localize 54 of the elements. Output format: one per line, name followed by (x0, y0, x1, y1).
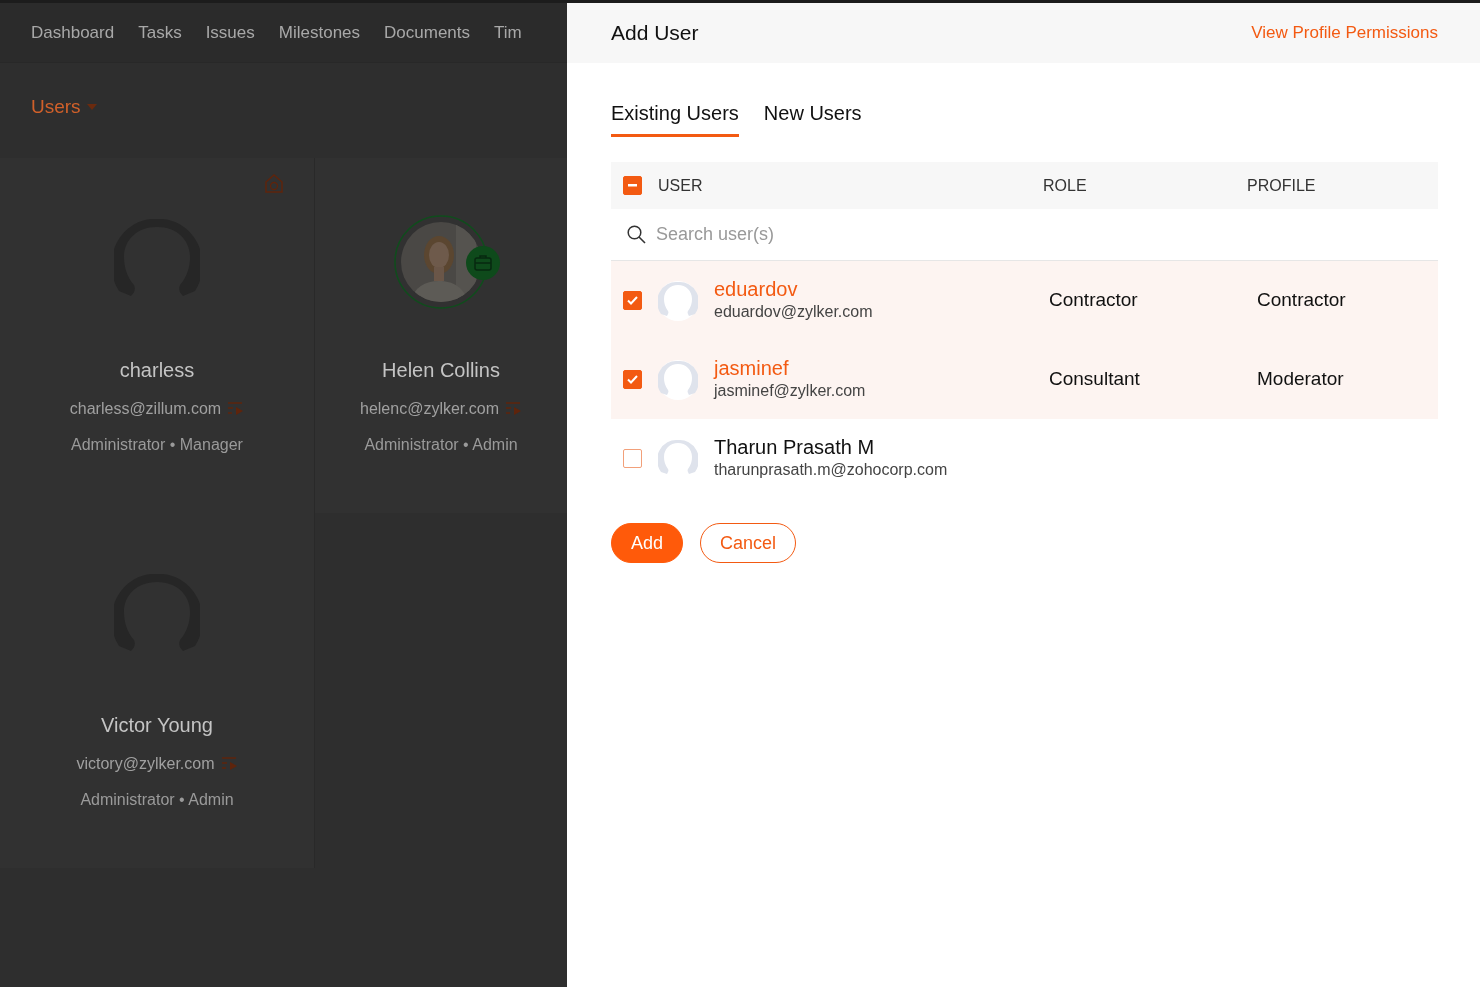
user-name: Helen Collins (382, 357, 500, 383)
nav-link-item[interactable]: Milestones (278, 19, 361, 46)
user-name: eduardov (714, 277, 799, 300)
view-profile-permissions-link[interactable]: View Profile Permissions (1251, 20, 1438, 46)
tab[interactable]: Existing Users (611, 98, 739, 137)
user-email: victory@zylker.com (76, 753, 215, 774)
user-email: helenc@zylker.com (360, 398, 499, 419)
cancel-button[interactable]: Cancel (700, 523, 797, 563)
profile-value: Moderator (1257, 368, 1344, 390)
avatar-icon (658, 359, 698, 400)
checkbox[interactable] (623, 291, 642, 310)
nav-link-item[interactable]: Tim (494, 19, 522, 46)
view-menu-label[interactable]: Users (31, 93, 81, 122)
user-email: tharunprasath.m@zohocorp.com (714, 459, 948, 480)
send-icon[interactable] (220, 757, 238, 770)
avatar-icon (658, 280, 698, 321)
user-email: eduardov@zylker.com (714, 301, 873, 322)
role-value: Consultant (1049, 368, 1140, 390)
panel-title: Add User (611, 20, 699, 47)
user-role: Administrator • Admin (364, 434, 518, 455)
select-all-checkbox[interactable] (623, 176, 642, 195)
caret-icon (86, 104, 97, 111)
home-icon[interactable] (264, 173, 284, 194)
user-row[interactable]: jasminef jasminef@zylker.com Consultant Moderator (611, 340, 1438, 419)
send-icon[interactable] (227, 402, 245, 415)
user-name: jasminef (714, 356, 790, 379)
user-name: Tharun Prasath M (714, 435, 876, 458)
user-row[interactable]: eduardov eduardov@zylker.com Contractor Contractor (611, 261, 1438, 340)
profile-value: Contractor (1257, 289, 1346, 311)
column-header: ROLE (1043, 176, 1087, 194)
nav-link-item[interactable]: Dashboard (31, 19, 115, 46)
checkbox[interactable] (623, 370, 642, 389)
role-value: Contractor (1049, 289, 1138, 311)
user-name: Victor Young (101, 712, 213, 738)
tab[interactable]: New Users (763, 98, 862, 137)
briefcase-badge-icon (466, 245, 500, 280)
user-role: Administrator • Admin (80, 789, 234, 810)
user-row[interactable]: Tharun Prasath M tharunprasath.m@zohocorp.com (611, 419, 1438, 498)
minus-icon (628, 184, 637, 187)
nav-link-item[interactable]: Tasks (138, 19, 182, 46)
nav-link-item[interactable]: Documents (384, 19, 471, 46)
user-email: charless@zillum.com (69, 398, 222, 419)
send-icon[interactable] (505, 402, 522, 415)
user-email: jasminef@zylker.com (714, 380, 866, 401)
column-header: PROFILE (1247, 176, 1316, 194)
nav-link-item[interactable]: Issues (205, 19, 255, 46)
user-role: Administrator • Manager (71, 434, 243, 455)
checkbox[interactable] (623, 449, 642, 468)
column-header: USER (658, 175, 703, 196)
user-name: charless (119, 357, 195, 383)
add-button[interactable]: Add (611, 523, 684, 563)
check-icon (627, 375, 638, 384)
check-icon (627, 296, 638, 305)
search-icon (627, 225, 646, 244)
